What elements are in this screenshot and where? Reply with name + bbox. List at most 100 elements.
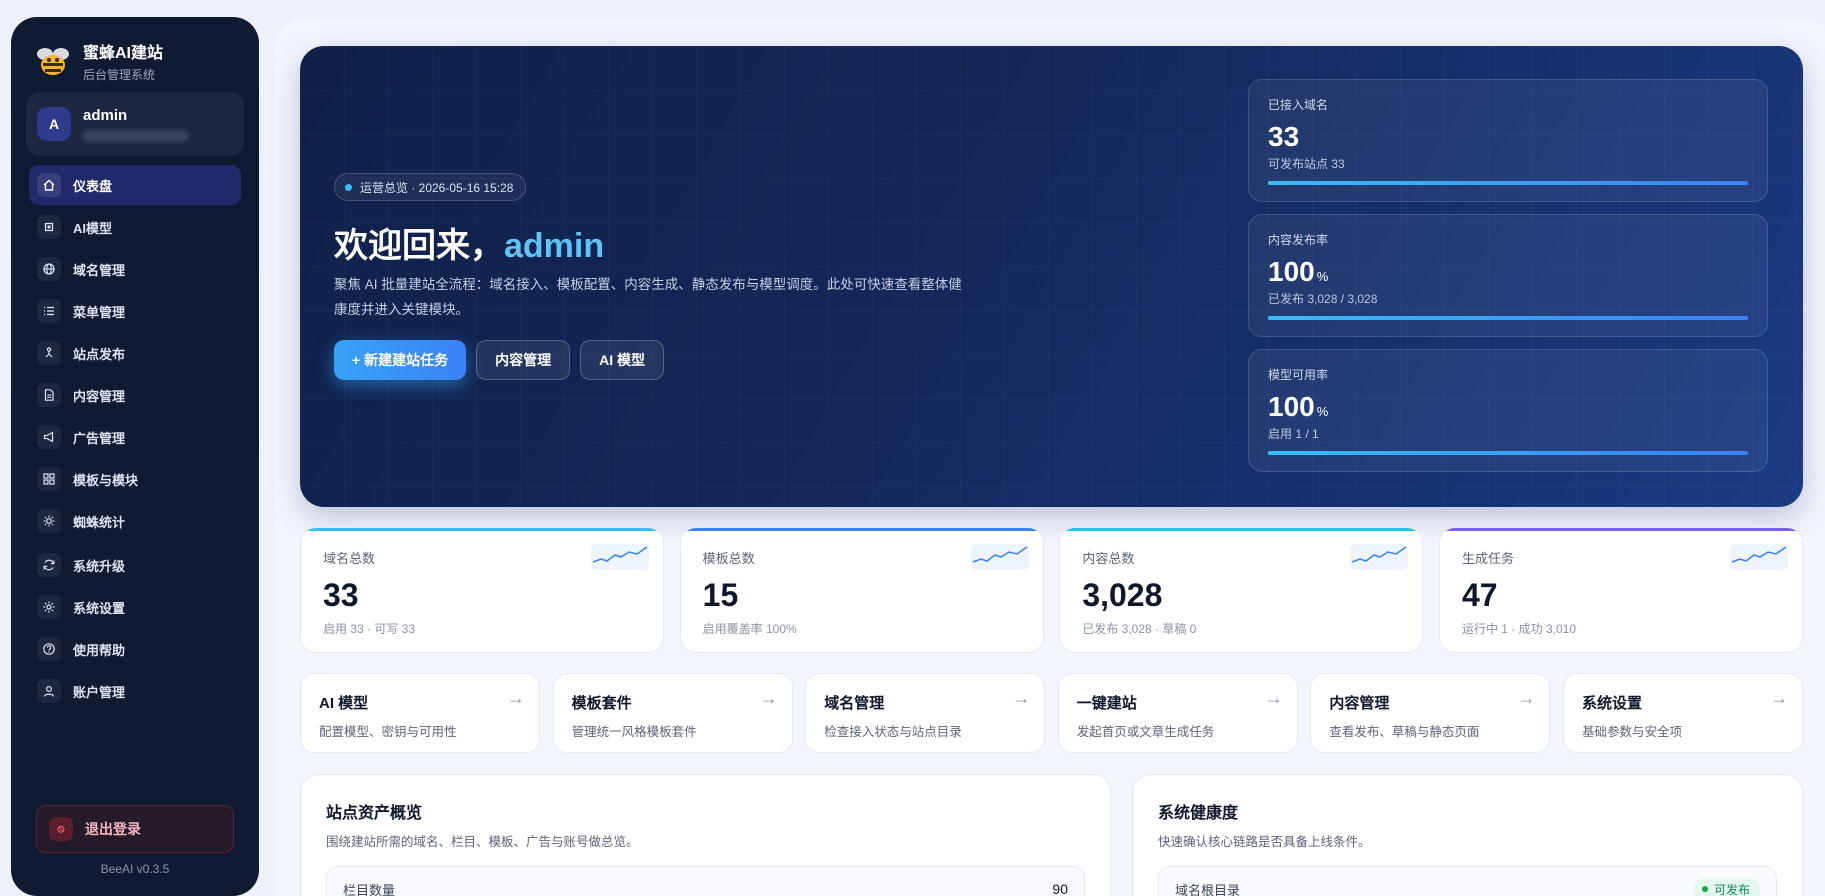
content-management-button[interactable]: 内容管理 <box>476 340 571 380</box>
status-dot-icon <box>345 183 352 191</box>
logout-label: 退出登录 <box>85 821 141 837</box>
sidebar-item-label: 内容管理 <box>73 388 126 404</box>
cpu-icon <box>37 215 61 239</box>
brand-title: 蜜蜂AI建站 <box>83 45 164 62</box>
card-value: 47 <box>1461 577 1498 613</box>
panel-title: 系统健康度 <box>1158 805 1239 822</box>
card-accent-bar <box>1060 528 1423 531</box>
quick-link-desc: 发起首页或文章生成任务 <box>1076 725 1215 739</box>
ai-model-button[interactable]: AI 模型 <box>580 340 664 380</box>
quick-link-content[interactable]: 内容管理 查看发布、草稿与静态页面 → <box>1310 673 1551 753</box>
sidebar-nav: 仪表盘 AI模型 域名管理 菜单管理 站点发布 内容管理 广告管理 模板与模块 … <box>29 165 241 713</box>
sidebar-item-templates[interactable]: 模板与模块 <box>29 459 241 499</box>
quick-links: AI 模型 配置模型、密钥与可用性 → 模板套件 管理统一风格模板套件 → 域名… <box>300 673 1803 753</box>
sidebar-item-label: AI模型 <box>73 220 113 236</box>
asset-row-columns[interactable]: 栏目数量 90 <box>326 866 1085 896</box>
logout-button[interactable]: ⦸ 退出登录 <box>36 805 234 853</box>
brand[interactable]: 蜜蜂AI建站 后台管理系统 <box>33 39 163 83</box>
arrow-right-icon: → <box>759 688 778 708</box>
sidebar-item-publish[interactable]: 站点发布 <box>29 333 241 373</box>
card-sub: 运行中 1 · 成功 3,010 <box>1461 622 1577 636</box>
system-health-panel: 系统健康度 快速确认核心链路是否具备上线条件。 域名根目录 可发布 <box>1132 774 1803 896</box>
sidebar-item-label: 蜘蛛统计 <box>73 514 126 530</box>
sidebar-item-label: 菜单管理 <box>73 304 126 320</box>
stat-progress-fill <box>1268 316 1748 320</box>
document-icon <box>37 383 61 407</box>
stat-progress-fill <box>1268 451 1748 455</box>
globe-icon <box>37 257 61 281</box>
sparkline-icon <box>1350 544 1409 570</box>
sidebar-item-menus[interactable]: 菜单管理 <box>29 291 241 331</box>
health-row-domain-root[interactable]: 域名根目录 可发布 <box>1158 866 1777 896</box>
quick-link-title: 内容管理 <box>1329 695 1390 712</box>
grid-icon <box>37 467 61 491</box>
quick-link-desc: 配置模型、密钥与可用性 <box>319 725 457 739</box>
card-templates[interactable]: 模板总数 15 启用覆盖率 100% <box>679 527 1044 653</box>
publish-icon <box>37 341 61 365</box>
sidebar: 蜜蜂AI建站 后台管理系统 A admin 仪表盘 AI模型 域名管理 菜单管理… <box>11 17 259 896</box>
stat-model-availability[interactable]: 模型可用率 100% 启用 1 / 1 <box>1248 349 1768 472</box>
stat-progress-fill <box>1268 181 1748 185</box>
new-site-task-button[interactable]: + 新建建站任务 <box>334 340 467 380</box>
stat-progress-bar <box>1268 181 1748 185</box>
status-badge: 可发布 <box>1693 877 1760 896</box>
quick-link-desc: 查看发布、草稿与静态页面 <box>1329 725 1480 739</box>
welcome-title: 欢迎回来，admin <box>334 218 604 267</box>
card-sub: 启用 33 · 可写 33 <box>323 622 416 636</box>
sidebar-item-help[interactable]: 使用帮助 <box>29 629 241 669</box>
megaphone-icon <box>37 425 61 449</box>
card-value: 3,028 <box>1082 577 1163 613</box>
card-domains[interactable]: 域名总数 33 启用 33 · 可写 33 <box>300 527 664 653</box>
sidebar-item-account[interactable]: 账户管理 <box>29 671 241 711</box>
quick-link-templates[interactable]: 模板套件 管理统一风格模板套件 → <box>552 673 793 753</box>
quick-link-settings[interactable]: 系统设置 基础参数与安全项 → <box>1562 673 1803 753</box>
avatar: A <box>37 107 71 141</box>
quick-link-domains[interactable]: 域名管理 检查接入状态与站点目录 → <box>805 673 1046 753</box>
sidebar-item-label: 系统设置 <box>73 600 126 616</box>
stat-label: 模型可用率 <box>1268 368 1329 382</box>
quick-link-one-click-build[interactable]: 一键建站 发起首页或文章生成任务 → <box>1057 673 1298 753</box>
stat-value: 100% <box>1268 256 1329 287</box>
sidebar-item-label: 使用帮助 <box>73 642 126 658</box>
health-row-label: 域名根目录 <box>1175 882 1241 896</box>
card-tasks[interactable]: 生成任务 47 运行中 1 · 成功 3,010 <box>1438 527 1803 653</box>
stat-label: 已接入域名 <box>1268 98 1329 112</box>
app-version: BeeAI v0.3.5 <box>100 862 170 876</box>
arrow-right-icon: → <box>1517 688 1536 708</box>
card-value: 15 <box>702 577 739 613</box>
quick-link-title: 一键建站 <box>1076 695 1137 712</box>
hero-actions: + 新建建站任务 内容管理 AI 模型 <box>334 340 674 380</box>
welcome-prefix: 欢迎回来， <box>334 227 504 265</box>
card-content[interactable]: 内容总数 3,028 已发布 3,028 · 草稿 0 <box>1059 527 1424 653</box>
stat-progress-bar <box>1268 451 1748 455</box>
sidebar-item-label: 账户管理 <box>73 684 126 700</box>
stat-sub: 已发布 3,028 / 3,028 <box>1268 292 1378 306</box>
sidebar-item-content[interactable]: 内容管理 <box>29 375 241 415</box>
stat-connected-domains[interactable]: 已接入域名 33 可发布站点 33 <box>1248 79 1768 202</box>
stat-label: 内容发布率 <box>1268 233 1329 247</box>
arrow-right-icon: → <box>1012 688 1031 708</box>
card-sub: 已发布 3,028 · 草稿 0 <box>1082 622 1197 636</box>
help-icon <box>37 637 61 661</box>
status-dot-icon <box>1701 886 1708 892</box>
home-icon <box>37 173 61 197</box>
quick-link-ai-model[interactable]: AI 模型 配置模型、密钥与可用性 → <box>300 673 540 753</box>
stat-publish-rate[interactable]: 内容发布率 100% 已发布 3,028 / 3,028 <box>1248 214 1768 337</box>
quick-link-title: 模板套件 <box>571 695 632 712</box>
user-card[interactable]: A admin <box>26 92 244 156</box>
stat-value: 33 <box>1268 121 1300 152</box>
card-sub: 启用覆盖率 100% <box>702 622 797 636</box>
quick-link-desc: 检查接入状态与站点目录 <box>824 725 962 739</box>
sidebar-item-label: 系统升级 <box>73 558 126 574</box>
sidebar-item-ads[interactable]: 广告管理 <box>29 417 241 457</box>
asset-row-label: 栏目数量 <box>343 882 396 896</box>
sidebar-item-upgrade[interactable]: 系统升级 <box>29 545 241 585</box>
sidebar-item-label: 站点发布 <box>73 346 126 362</box>
sidebar-item-dashboard[interactable]: 仪表盘 <box>29 165 241 205</box>
sidebar-item-label: 广告管理 <box>73 430 126 446</box>
sidebar-item-domains[interactable]: 域名管理 <box>29 249 241 289</box>
sidebar-item-spider[interactable]: 蜘蛛统计 <box>29 501 241 541</box>
sidebar-item-settings[interactable]: 系统设置 <box>29 587 241 627</box>
sidebar-item-ai-model[interactable]: AI模型 <box>29 207 241 247</box>
sparkline-icon <box>591 544 649 570</box>
